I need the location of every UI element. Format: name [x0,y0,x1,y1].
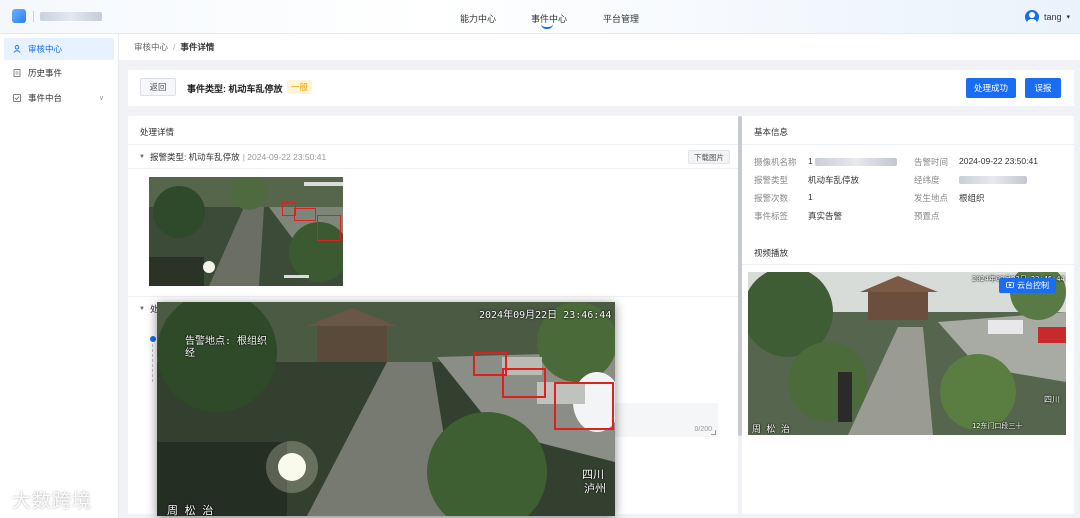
collapse-toggle-icon[interactable]: ▼ [139,154,145,160]
divider [742,144,1074,145]
info-row: 报警次数 1 发生地点 根组织 [754,192,1074,206]
info-key: 报警次数 [754,193,789,203]
sidebar-item-review-center[interactable]: 审核中心 [4,38,114,60]
info-row: 事件标签 真实告警 预置点 [754,210,1074,224]
info-key: 预置点 [914,211,940,221]
basic-info-panel: 基本信息 摄像机名称 1 告警时间 2024-09-22 23:50:41 报警… [742,116,1074,514]
event-type-title: 事件类型: 机动车乱停放 [187,84,283,94]
location-value: 根组织 [959,193,985,203]
back-button[interactable]: 返回 [140,78,176,96]
video-overlay-bottom-left: 周 松 治 [752,425,790,435]
event-tag-value: 真实告警 [808,211,843,221]
alarm-type-text: 报警类型: 机动车乱停放 [149,151,240,162]
breadcrumb-current: 事件详情 [180,42,215,52]
sidebar-item-event-hub[interactable]: 事件中台 ∨ [4,87,114,109]
alarm-detection-box [294,208,316,221]
alarm-time-value: 2024-09-22 23:50:41 [959,156,1038,166]
chevron-down-icon[interactable]: ▾ [1066,13,1070,21]
ptz-control-label: 云台控制 [1017,281,1049,290]
image-timestamp: 2024年09月22日 23:46:44 [479,310,612,321]
video-overlay-right-text: 四川 [1044,395,1060,404]
alarm-detection-box [317,215,341,241]
info-key: 事件标签 [754,211,789,221]
timeline-dot [150,336,156,342]
video-overlay-bottom-right: 12东门口段三十 [972,422,1023,430]
breadcrumb: 审核中心 / 事件详情 [119,34,1080,61]
sidebar-item-history-events[interactable]: 历史事件 [4,62,114,84]
alarm-record-row[interactable]: ▼ 报警类型: 机动车乱停放 | 2024-09-22 23:50:41 下载图… [128,145,738,169]
watermark-logo: 大数跨境 [12,490,93,512]
level-tag: 一般 [287,80,313,94]
resize-handle-icon[interactable] [711,430,716,435]
image-bottom-right-text-2: 泸州 [584,482,606,495]
download-image-button[interactable]: 下载图片 [688,150,730,164]
info-row: 报警类型 机动车乱停放 经纬度 [754,174,1074,188]
alarm-detection-box [502,368,546,398]
info-key: 摄像机名称 [754,157,797,167]
ptz-control-button[interactable]: 云台控制 [999,278,1056,293]
alarm-time: | 2024-09-22 23:50:41 [242,151,327,162]
collapse-toggle-icon[interactable]: ▼ [139,306,145,312]
video-section-title: 视频播放 [754,248,789,258]
nav-active-indicator [541,24,553,29]
app-root: 能力中心 事件中心 平台管理 tang ▾ 审核中心 历史事件 事件中台 ∨ 审… [0,0,1080,518]
camera-name-blurred [815,157,898,166]
user-menu[interactable]: tang ▾ [1024,10,1070,24]
info-key: 报警类型 [754,175,789,185]
camera-name-prefix: 1 [808,156,813,166]
avatar[interactable] [1024,10,1039,24]
alarm-detection-box [554,382,614,430]
sidebar-item-label: 历史事件 [28,68,63,78]
top-navigation: 能力中心 事件中心 平台管理 [0,0,1080,34]
image-alarm-location-line2: 经 [185,348,195,359]
alarm-type-value: 机动车乱停放 [808,175,860,185]
camera-icon [1006,281,1014,290]
timeline-line [152,344,153,382]
video-scene [748,272,1066,435]
info-key: 经纬度 [914,175,940,185]
sidebar-item-label: 审核中心 [28,44,63,54]
coordinates-value [959,174,1027,184]
event-header-card: 返回 事件类型: 机动车乱停放 一般 处理成功 误报 [128,70,1074,106]
sidebar-item-label: 事件中台 [28,93,63,103]
breadcrumb-parent[interactable]: 审核中心 [134,41,168,53]
divider [742,264,1074,265]
panel-title: 基本信息 [754,127,789,137]
alarm-count-value: 1 [808,192,813,202]
nav-capability-center[interactable]: 能力中心 [460,12,496,25]
info-key: 发生地点 [914,193,949,203]
coordinates-blurred [959,175,1027,184]
chevron-down-icon[interactable]: ∨ [99,94,104,102]
info-key: 告警时间 [914,157,949,167]
image-bottom-left-text: 周 松 治 [167,504,214,516]
process-success-button[interactable]: 处理成功 [966,78,1016,98]
enlarged-alarm-image[interactable]: 2024年09月22日 23:46:44 告警地点: 根组织 经 周 松 治 四… [157,302,615,516]
username[interactable]: tang [1044,12,1062,22]
char-counter: 0/200 [694,426,712,433]
panel-title: 处理详情 [140,127,175,137]
false-report-button[interactable]: 误报 [1025,78,1061,98]
breadcrumb-separator: / [173,42,176,52]
alarm-thumbnail-scene [149,177,343,286]
checkbox-icon [13,94,21,102]
camera-name-value: 1 [808,156,898,166]
document-icon [13,69,21,77]
video-player[interactable]: 2024年09月22日 23:46:44 云台控制 周 松 治 12东门口段三十… [748,272,1066,435]
image-alarm-location: 告警地点: 根组织 [185,336,268,347]
user-icon [13,45,21,53]
top-bar: 能力中心 事件中心 平台管理 tang ▾ [0,0,1080,34]
nav-platform-management[interactable]: 平台管理 [603,12,639,25]
sidebar: 审核中心 历史事件 事件中台 ∨ [0,34,119,518]
alarm-image-thumbnail[interactable] [149,177,343,286]
info-row: 摄像机名称 1 告警时间 2024-09-22 23:50:41 [754,156,1074,170]
